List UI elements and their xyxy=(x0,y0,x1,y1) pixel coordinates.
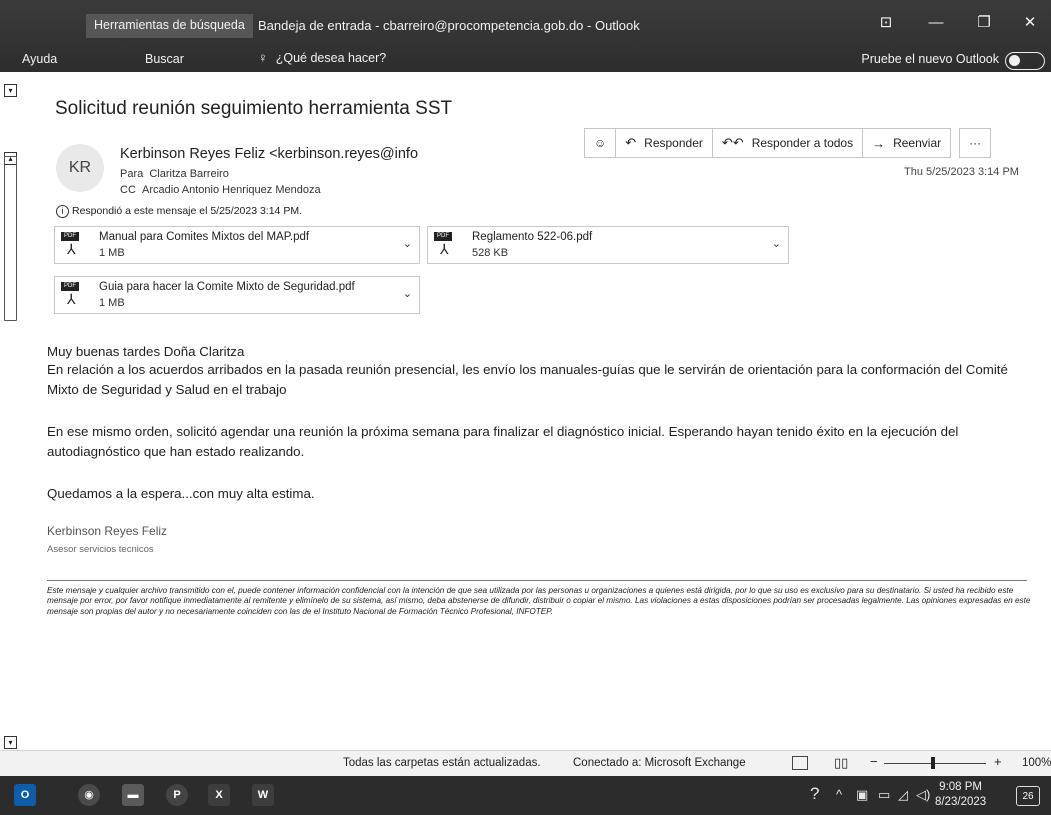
ribbon-tabs-row: Ayuda Buscar ♀ ¿Qué desea hacer? Pruebe e… xyxy=(0,44,1051,72)
smiley-icon: ☺ xyxy=(594,136,607,150)
status-bar: Todas las carpetas están actualizadas. C… xyxy=(0,750,1051,776)
cc-recipient[interactable]: Arcadio Antonio Henriquez Mendoza xyxy=(142,184,321,196)
volume-icon[interactable]: ◁) xyxy=(916,787,930,803)
reply-icon: ↶ xyxy=(625,135,637,150)
battery-icon[interactable]: ▭ xyxy=(878,787,890,803)
cc-line: CC Arcadio Antonio Henriquez Mendoza xyxy=(120,184,321,196)
pdf-file-icon: PDF ⅄ xyxy=(434,232,464,258)
try-new-outlook-label: Pruebe el nuevo Outlook xyxy=(861,52,999,66)
zoom-level[interactable]: 100% xyxy=(1022,757,1051,769)
body-greeting: Muy buenas tardes Doña Claritza xyxy=(47,344,245,359)
to-line: Para Claritza Barreiro xyxy=(120,168,229,180)
attachment-item[interactable]: PDF ⅄ Guia para hacer la Comite Mixto de … xyxy=(54,276,420,314)
windows-taskbar: O ◉ ▬ P X W ? ^ ▣ ▭ ◿ ◁) 9:08 PM 8/23/20… xyxy=(0,776,1051,815)
message-subject: Solicitud reunión seguimiento herramient… xyxy=(55,98,453,119)
tab-help[interactable]: Ayuda xyxy=(22,52,57,66)
more-actions-button[interactable]: ··· xyxy=(959,128,992,158)
title-row: Herramientas de búsqueda Bandeja de entr… xyxy=(0,0,1051,44)
word-icon[interactable]: W xyxy=(252,784,274,806)
ribbon-display-options-icon[interactable]: ⊡ xyxy=(868,10,904,36)
cc-label: CC xyxy=(120,184,136,196)
attachment-name: Manual para Comites Mixtos del MAP.pdf xyxy=(99,231,310,243)
file-explorer-icon[interactable]: ▬ xyxy=(122,784,144,806)
sender-name[interactable]: Kerbinson Reyes Feliz <kerbinson.reyes@i… xyxy=(120,146,418,162)
body-paragraph: En ese mismo orden, solicitó agendar una… xyxy=(47,424,959,459)
forward-arrow-icon: → xyxy=(872,135,886,151)
disclaimer-divider xyxy=(47,580,1027,581)
clock-date: 8/23/2023 xyxy=(935,796,987,808)
folders-status: Todas las carpetas están actualizadas. xyxy=(343,757,541,769)
attachment-item[interactable]: PDF ⅄ Reglamento 522-06.pdf 528 KB ⌄ xyxy=(427,226,789,264)
minimize-button[interactable]: — xyxy=(918,10,954,36)
tab-search-tools[interactable]: Herramientas de búsqueda xyxy=(86,14,253,38)
chevron-down-icon[interactable]: ⌄ xyxy=(403,287,412,300)
to-label: Para xyxy=(120,168,144,180)
zoom-slider[interactable] xyxy=(884,763,986,764)
confidentiality-disclaimer: Este mensaje y cualquier archivo transmi… xyxy=(47,586,1031,616)
reply-label: Responder xyxy=(644,136,703,150)
reply-button[interactable]: ↶ Responder xyxy=(616,128,713,158)
lightbulb-icon: ♀ xyxy=(258,50,268,65)
collapse-header-icon[interactable]: ▾ xyxy=(4,84,17,97)
close-button[interactable]: ✕ xyxy=(1012,10,1048,36)
message-timestamp: Thu 5/25/2023 3:14 PM xyxy=(904,166,1019,178)
emoji-reaction-button[interactable]: ☺ xyxy=(584,128,617,158)
keyboard-tray-icon[interactable]: ▣ xyxy=(856,787,868,803)
scroll-down-icon[interactable]: ▾ xyxy=(4,736,17,749)
reading-pane-scrollbar[interactable]: ▾ ▴ ▾ xyxy=(4,84,20,749)
help-tray-icon[interactable]: ? xyxy=(810,784,819,804)
info-icon: i xyxy=(56,205,69,218)
system-clock[interactable]: 9:08 PM 8/23/2023 xyxy=(935,780,986,810)
replied-infobar[interactable]: i Respondió a este mensaje el 5/25/2023 3… xyxy=(56,205,302,218)
replied-notice: Respondió a este mensaje el 5/25/2023 3:… xyxy=(72,205,302,217)
zoom-in-button[interactable]: + xyxy=(994,754,1002,769)
maximize-button[interactable]: ❐ xyxy=(966,10,1002,36)
pdf-file-icon: PDF ⅄ xyxy=(61,232,91,258)
to-recipient[interactable]: Claritza Barreiro xyxy=(149,168,228,180)
show-hidden-icons-chevron-icon[interactable]: ^ xyxy=(836,787,842,802)
zoom-out-button[interactable]: − xyxy=(870,754,878,769)
new-outlook-toggle[interactable] xyxy=(1005,52,1045,70)
forward-label: Reenviar xyxy=(893,136,942,150)
attachment-name: Reglamento 522-06.pdf xyxy=(472,231,593,243)
message-actions: ☺ ↶ Responder ↶↶ Responder a todos → Reenvi… xyxy=(584,128,992,158)
tab-search[interactable]: Buscar xyxy=(145,52,184,66)
attachment-size: 1 MB xyxy=(99,247,125,259)
signature-name: Kerbinson Reyes Feliz xyxy=(47,524,168,538)
zoom-slider-thumb[interactable] xyxy=(931,757,935,769)
powerpoint-icon[interactable]: P xyxy=(166,784,188,806)
attachment-name: Guia para hacer la Comite Mixto de Segur… xyxy=(99,281,355,293)
reply-all-label: Responder a todos xyxy=(751,136,854,150)
forward-button[interactable]: → Reenviar xyxy=(863,128,952,158)
reading-view-icon[interactable]: ▯▯ xyxy=(834,755,848,771)
body-paragraph: En relación a los acuerdos arribados en … xyxy=(47,362,1008,397)
clock-time: 9:08 PM xyxy=(939,781,982,793)
chevron-down-icon[interactable]: ⌄ xyxy=(772,237,781,250)
notifications-icon[interactable]: 26 xyxy=(1016,786,1040,806)
outlook-title-bar: Herramientas de búsqueda Bandeja de entr… xyxy=(0,0,1051,72)
sender-avatar[interactable]: KR xyxy=(56,144,104,192)
window-title: Bandeja de entrada - cbarreiro@procompet… xyxy=(258,18,640,33)
outlook-icon[interactable]: O xyxy=(14,784,36,806)
signature-title: Asesor servicios tecnicos xyxy=(47,544,154,555)
chevron-down-icon[interactable]: ⌄ xyxy=(403,237,412,250)
attachment-size: 528 KB xyxy=(472,247,509,259)
tell-me-label: ¿Qué desea hacer? xyxy=(275,51,387,65)
pdf-file-icon: PDF ⅄ xyxy=(61,282,91,308)
normal-view-icon[interactable] xyxy=(792,756,808,770)
attachment-item[interactable]: PDF ⅄ Manual para Comites Mixtos del MAP.… xyxy=(54,226,420,264)
reply-all-icon: ↶↶ xyxy=(721,135,744,150)
wifi-icon[interactable]: ◿ xyxy=(898,787,908,803)
tell-me-box[interactable]: ♀ ¿Qué desea hacer? xyxy=(258,50,386,65)
excel-icon[interactable]: X xyxy=(208,784,230,806)
attachment-size: 1 MB xyxy=(99,297,125,309)
reply-all-button[interactable]: ↶↶ Responder a todos xyxy=(712,128,864,158)
connection-status[interactable]: Conectado a: Microsoft Exchange xyxy=(573,757,746,769)
scroll-thumb[interactable] xyxy=(4,156,17,321)
body-closing: Quedamos a la espera...con muy alta esti… xyxy=(47,486,315,501)
reading-pane: ▾ ▴ ▾ Solicitud reunión seguimiento herr… xyxy=(0,72,1051,750)
chrome-icon[interactable]: ◉ xyxy=(78,784,100,806)
